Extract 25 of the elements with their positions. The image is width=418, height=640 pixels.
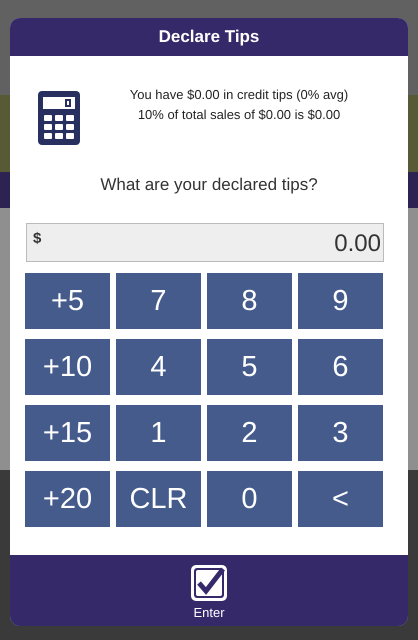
currency-symbol: $	[33, 230, 42, 247]
keypad-button[interactable]: 9	[298, 273, 383, 329]
keypad-button[interactable]: 1	[116, 405, 201, 461]
keypad-button[interactable]: 6	[298, 339, 383, 395]
amount-value: 0.00	[334, 230, 381, 258]
keypad-button[interactable]: <	[298, 471, 383, 527]
keypad-button[interactable]: 0	[207, 471, 292, 527]
amount-field[interactable]: $ 0.00	[26, 223, 384, 262]
keypad-button[interactable]: +15	[25, 405, 110, 461]
dialog-title: Declare Tips	[158, 27, 260, 47]
keypad-button[interactable]: 2	[207, 405, 292, 461]
keypad-button[interactable]: +20	[25, 471, 110, 527]
summary-text: 10% of total sales of $0.00 is $0.00	[136, 106, 342, 124]
keypad-button[interactable]: 3	[298, 405, 383, 461]
summary-text: You have $0.00 in credit tips (0% avg)	[128, 86, 350, 104]
keypad-button[interactable]: +10	[25, 339, 110, 395]
keypad-button[interactable]: 7	[116, 273, 201, 329]
keypad-button[interactable]: CLR	[116, 471, 201, 527]
keypad-button[interactable]: 8	[207, 273, 292, 329]
keypad-button[interactable]: +5	[25, 273, 110, 329]
calculator-icon	[38, 91, 80, 145]
keypad-button[interactable]: 4	[116, 339, 201, 395]
keypad-button[interactable]: 5	[207, 339, 292, 395]
enter-button[interactable]: Enter	[189, 555, 229, 620]
question-text: What are your declared tips?	[99, 175, 319, 195]
